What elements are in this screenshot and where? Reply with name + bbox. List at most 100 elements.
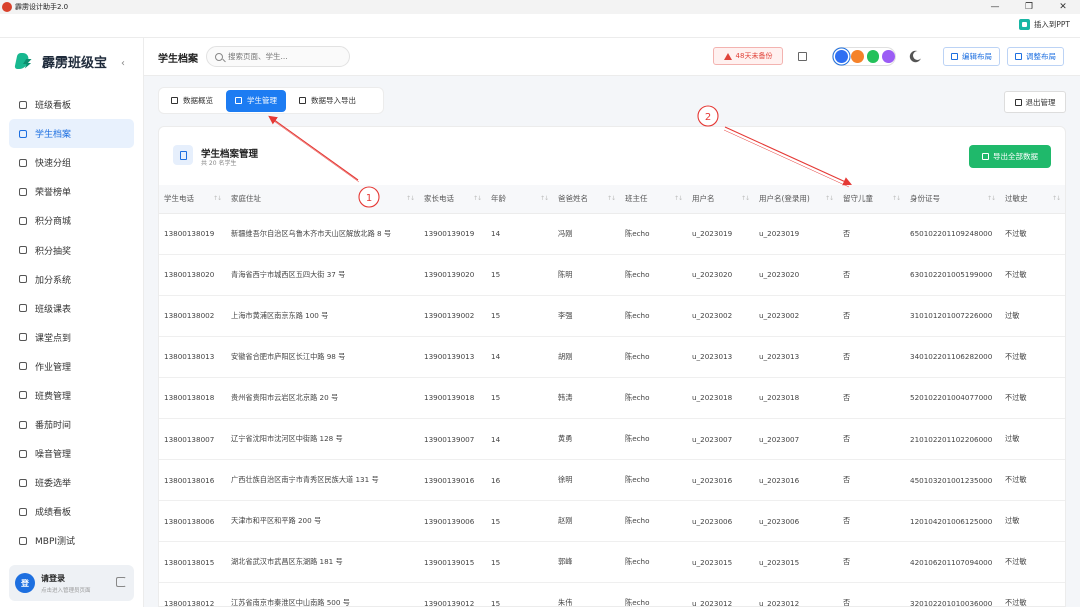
- tab-1[interactable]: 学生管理: [226, 89, 286, 112]
- table-cell: u_2023019: [687, 213, 754, 255]
- column-header[interactable]: 爸爸姓名 ↑↓: [553, 185, 620, 214]
- table-row[interactable]: 13800138002 上海市黄浦区南京东路 100 号 13900139002 15…: [159, 295, 1065, 337]
- table-cell: 黄勇: [553, 418, 620, 461]
- theme-color-swatch[interactable]: [866, 50, 880, 63]
- table-row[interactable]: 13800138013 安徽省合肥市庐阳区长江中路 98 号 13900139013…: [159, 336, 1065, 378]
- maximize-button[interactable]: ❐: [1012, 0, 1046, 14]
- login-icon[interactable]: [116, 577, 126, 587]
- sidebar-item-2[interactable]: 快速分组: [9, 148, 134, 177]
- table-row[interactable]: 13800138018 贵州省贵阳市云岩区北京路 20 号 13900139018 1…: [159, 377, 1065, 419]
- sort-icon[interactable]: ↑↓: [825, 195, 834, 202]
- sidebar-item-7[interactable]: 班级课表: [9, 294, 134, 323]
- dark-mode-icon[interactable]: [913, 51, 922, 60]
- table-cell: 陈echo: [620, 500, 687, 543]
- sort-icon[interactable]: ↑↓: [473, 195, 482, 202]
- edit-icon: [951, 53, 958, 60]
- column-header[interactable]: 用户名(登录用) ↑↓: [754, 185, 838, 214]
- sidebar-item-label: 作业管理: [35, 362, 72, 373]
- sidebar-item-8[interactable]: 课堂点到: [9, 323, 134, 352]
- edit-layout-button[interactable]: 编辑布局: [943, 47, 1000, 66]
- close-button[interactable]: ✕: [1046, 0, 1080, 14]
- theme-color-swatch[interactable]: [882, 50, 895, 63]
- theme-color-swatch[interactable]: [835, 50, 848, 63]
- table-cell: 13800138018: [159, 377, 226, 419]
- sort-icon[interactable]: ↑↓: [406, 195, 415, 202]
- table-cell: u_2023015: [754, 541, 838, 584]
- table-cell: 16: [486, 459, 553, 502]
- sidebar-item-4[interactable]: 积分商城: [9, 206, 134, 235]
- table-row[interactable]: 13800138019 新疆维吾尔自治区乌鲁木齐市天山区解放北路 8 号 13900…: [159, 213, 1065, 255]
- sidebar-item-13[interactable]: 班委选举: [9, 468, 134, 497]
- import-export-icon: [299, 97, 306, 104]
- table-cell: 陈echo: [620, 254, 687, 296]
- export-all-button[interactable]: 导出全部数据: [969, 145, 1051, 168]
- table-cell: u_2023012: [687, 582, 754, 606]
- column-header[interactable]: 过敏史 ↑↓: [1000, 185, 1065, 214]
- sidebar-item-3[interactable]: 荣誉榜单: [9, 177, 134, 206]
- sidebar-item-11[interactable]: 番茄时间: [9, 410, 134, 439]
- sort-icon[interactable]: ↑↓: [674, 195, 683, 202]
- sidebar-item-1[interactable]: 学生档案: [9, 119, 134, 149]
- adjust-layout-button[interactable]: 调整布局: [1007, 47, 1064, 66]
- table-cell: 14: [486, 336, 553, 378]
- sort-icon[interactable]: ↑↓: [540, 195, 549, 202]
- backup-warning-badge[interactable]: 48天未备份: [713, 47, 783, 65]
- sidebar-item-10[interactable]: 班费管理: [9, 381, 134, 410]
- tab-label: 学生管理: [247, 96, 277, 105]
- insert-to-ppt-button[interactable]: 插入到PPT: [1018, 19, 1070, 30]
- page-title: 学生档案: [158, 54, 198, 65]
- column-header-label: 学生电话: [164, 194, 194, 204]
- column-header-label: 过敏史: [1005, 194, 1028, 204]
- brand: 霹雳班级宝: [16, 52, 107, 71]
- table-cell: 15: [486, 295, 553, 337]
- minimize-button[interactable]: —: [978, 0, 1012, 14]
- sidebar-item-9[interactable]: 作业管理: [9, 352, 134, 381]
- table-cell: 冯刚: [553, 213, 620, 255]
- sidebar-item-0[interactable]: 班级看板: [9, 90, 134, 119]
- layout-toggle-icon[interactable]: [798, 52, 807, 61]
- sidebar-item-label: 班级看板: [35, 101, 72, 112]
- warning-icon: [723, 52, 732, 60]
- table-row[interactable]: 13800138015 湖北省武汉市武昌区东湖路 181 号 13900139015…: [159, 541, 1065, 584]
- table-row[interactable]: 13800138020 青海省西宁市城西区五四大街 37 号 13900139020…: [159, 254, 1065, 296]
- header: 学生档案 48天未备份 编辑布局 调整布局: [144, 38, 1080, 76]
- table-cell: 广西壮族自治区南宁市青秀区民族大道 131 号: [226, 459, 419, 502]
- column-header[interactable]: 家长电话 ↑↓: [419, 185, 486, 214]
- column-header[interactable]: 身份证号 ↑↓: [905, 185, 1000, 214]
- wallet-icon: [19, 391, 27, 400]
- sidebar-item-5[interactable]: 积分抽奖: [9, 235, 134, 264]
- column-header[interactable]: 年龄 ↑↓: [486, 185, 553, 214]
- sidebar-item-14[interactable]: 成绩看板: [9, 497, 134, 526]
- table-cell: 朱伟: [553, 582, 620, 606]
- sort-icon[interactable]: ↑↓: [741, 195, 750, 202]
- sort-icon[interactable]: ↑↓: [607, 195, 616, 202]
- table-row[interactable]: 13800138006 天津市和平区和平路 200 号 13900139006 15 赵…: [159, 500, 1065, 543]
- column-header[interactable]: 班主任 ↑↓: [620, 185, 687, 214]
- column-header[interactable]: 留守儿童 ↑↓: [838, 185, 905, 214]
- search-box[interactable]: [206, 46, 350, 67]
- sidebar-item-12[interactable]: 噪音管理: [9, 439, 134, 468]
- column-header[interactable]: 家庭住址 ↑↓: [226, 185, 419, 214]
- tab-0[interactable]: 数据概览: [162, 90, 222, 112]
- table-row[interactable]: 13800138012 江苏省南京市秦淮区中山南路 500 号 1390013901…: [159, 582, 1065, 606]
- table-row[interactable]: 13800138016 广西壮族自治区南宁市青秀区民族大道 131 号 139001…: [159, 459, 1065, 502]
- search-input[interactable]: [228, 52, 338, 61]
- tab-2[interactable]: 数据导入导出: [290, 90, 365, 112]
- column-header[interactable]: 用户名 ↑↓: [687, 185, 754, 214]
- login-card[interactable]: 登 请登录 点击进入管理员页面: [9, 565, 134, 601]
- sort-icon[interactable]: ↑↓: [892, 195, 901, 202]
- table-cell: 13900139002: [419, 295, 486, 337]
- theme-color-swatch[interactable]: [850, 50, 864, 63]
- sidebar-item-label: 班级课表: [35, 304, 72, 315]
- column-header[interactable]: 学生电话 ↑↓: [159, 185, 226, 214]
- exit-management-button[interactable]: 退出管理: [1004, 91, 1066, 113]
- collapse-sidebar-button[interactable]: ‹: [121, 58, 125, 69]
- sort-icon[interactable]: ↑↓: [987, 195, 996, 202]
- sidebar-item-15[interactable]: MBPI测试: [9, 526, 134, 555]
- table-cell: 13900139019: [419, 213, 486, 255]
- sidebar-item-6[interactable]: 加分系统: [9, 265, 134, 294]
- table-row[interactable]: 13800138007 辽宁省沈阳市沈河区中街路 128 号 13900139007…: [159, 418, 1065, 461]
- table-cell: 15: [486, 377, 553, 419]
- sort-icon[interactable]: ↑↓: [213, 195, 222, 202]
- sort-icon[interactable]: ↑↓: [1052, 195, 1061, 202]
